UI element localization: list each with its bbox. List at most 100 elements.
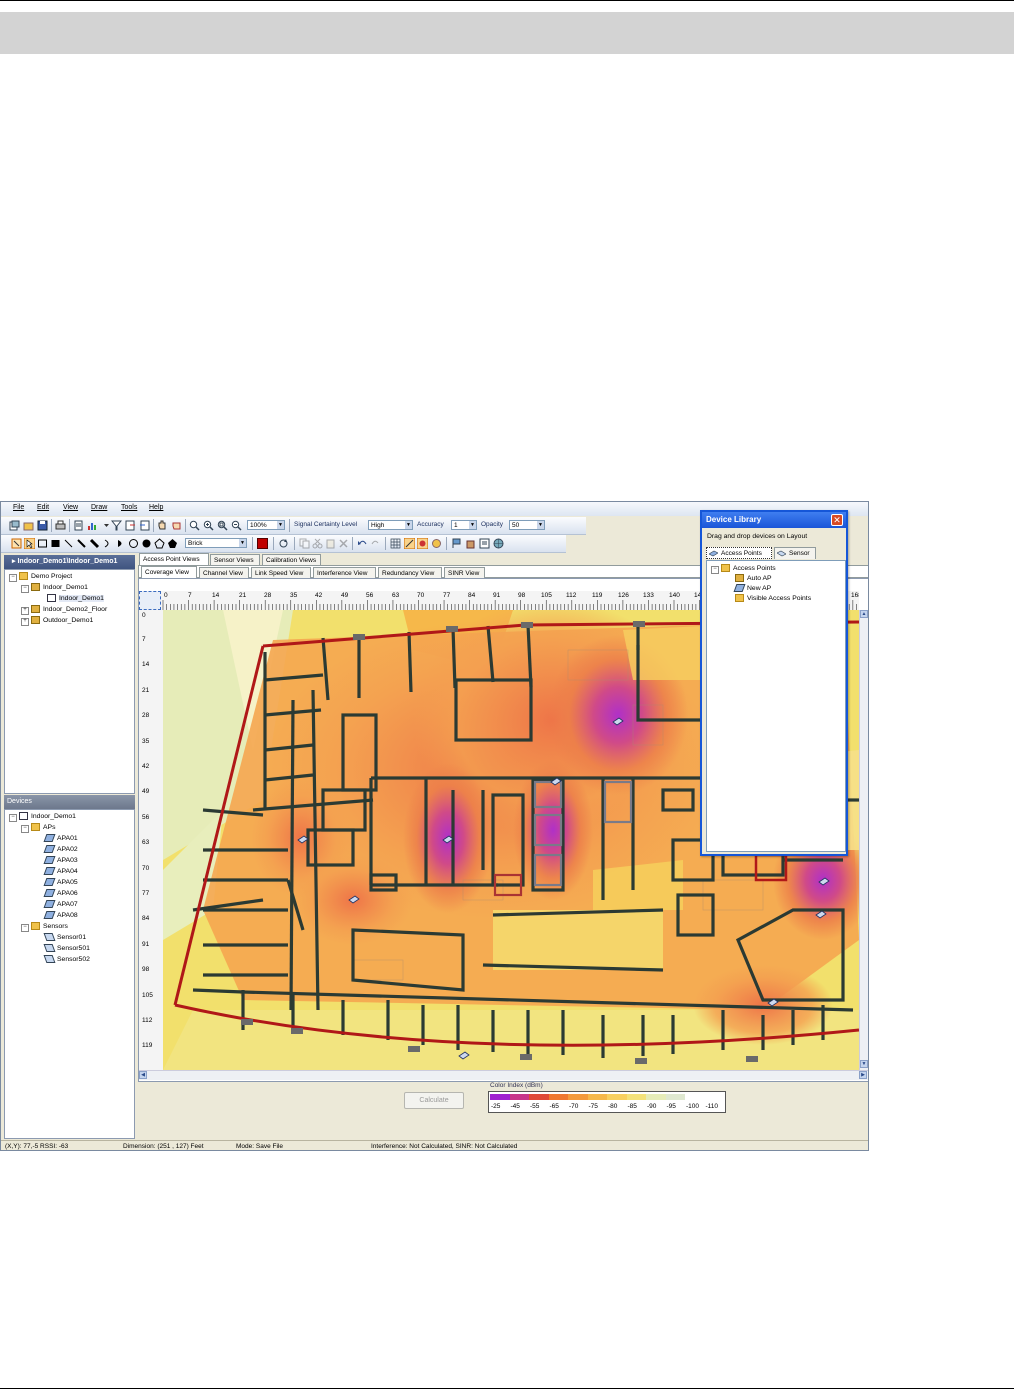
expand-icon[interactable]: +: [21, 618, 29, 626]
tab-link-speed-view[interactable]: Link Speed View: [251, 567, 311, 578]
new-project-icon[interactable]: [9, 520, 20, 531]
scroll-left-icon[interactable]: ◀: [139, 1071, 147, 1079]
scroll-down-icon[interactable]: ▼: [860, 1060, 868, 1068]
chart-icon[interactable]: [87, 520, 98, 531]
tree-item-indoor-demo2-floor[interactable]: Indoor_Demo2_Floor: [31, 605, 107, 615]
devices-tree[interactable]: − Indoor_Demo1 − APs APA01 APA02 APA03 A…: [4, 809, 135, 1139]
tree-item-ap[interactable]: APA02: [43, 845, 78, 855]
open-icon[interactable]: [23, 520, 34, 531]
building-icon[interactable]: [465, 538, 476, 549]
import-icon[interactable]: [139, 520, 150, 531]
library-item-new-ap[interactable]: New AP: [733, 584, 771, 594]
tree-item-indoor-demo1[interactable]: Indoor_Demo1: [31, 583, 88, 593]
signal-certainty-select[interactable]: High ▼: [368, 520, 413, 530]
vertical-scrollbar[interactable]: ▲ ▼: [859, 610, 868, 1070]
menu-file[interactable]: File: [13, 504, 24, 511]
scroll-up-icon[interactable]: ▲: [860, 610, 868, 618]
device-library-window[interactable]: Device Library ✕ Drag and drop devices o…: [700, 510, 848, 856]
tree-item-indoor-demo1[interactable]: Indoor_Demo1: [19, 812, 76, 822]
project-tree[interactable]: − Demo Project − Indoor_Demo1 Indoor_Dem…: [4, 569, 135, 794]
tree-item-ap[interactable]: APA08: [43, 911, 78, 921]
tree-item-sensor[interactable]: Sensor501: [43, 944, 90, 954]
tree-item-sensors[interactable]: Sensors: [31, 922, 68, 932]
filter-icon[interactable]: [111, 520, 122, 531]
draw-color-swatch[interactable]: [257, 538, 268, 549]
calculate-button[interactable]: Calculate: [404, 1092, 464, 1109]
save-icon[interactable]: [37, 520, 48, 531]
tab-access-points[interactable]: Access Points: [706, 547, 772, 559]
polygon-outline-icon[interactable]: [154, 538, 165, 549]
wall-icon[interactable]: [89, 538, 100, 549]
expand-icon[interactable]: +: [21, 607, 29, 615]
circle-filled-icon[interactable]: [141, 538, 152, 549]
print-icon[interactable]: [55, 520, 66, 531]
tab-interference-view[interactable]: Interference View: [313, 567, 376, 578]
menu-tools[interactable]: Tools: [121, 504, 137, 511]
tree-item-demo-project[interactable]: Demo Project: [19, 572, 72, 582]
tab-coverage-view[interactable]: Coverage View: [141, 566, 197, 578]
menu-edit[interactable]: Edit: [37, 504, 49, 511]
measure-icon[interactable]: [404, 538, 415, 549]
close-icon[interactable]: ✕: [831, 514, 843, 526]
line-icon[interactable]: [63, 538, 74, 549]
tab-sensor[interactable]: Sensor: [774, 547, 816, 559]
tree-item-sensor[interactable]: Sensor01: [43, 933, 86, 943]
tab-sinr-view[interactable]: SINR View: [444, 567, 485, 578]
library-item-access-points[interactable]: Access Points: [721, 564, 776, 574]
tree-item-outdoor-demo1[interactable]: Outdoor_Demo1: [31, 616, 93, 626]
menu-view[interactable]: View: [63, 504, 78, 511]
tab-calibration-views[interactable]: Calibration Views: [262, 554, 321, 565]
accuracy-select[interactable]: 1 ▼: [451, 520, 477, 530]
tree-item-ap[interactable]: APA03: [43, 856, 78, 866]
device-library-tree[interactable]: − Access Points Auto AP New AP Visible A…: [706, 560, 846, 852]
material-select[interactable]: Brick ▼: [185, 538, 247, 548]
zoom-select[interactable]: 100% ▼: [247, 520, 285, 530]
zoom-in-icon[interactable]: [203, 520, 214, 531]
report-icon[interactable]: [73, 520, 84, 531]
scroll-right-icon[interactable]: ▶: [859, 1071, 867, 1079]
tab-redundancy-view[interactable]: Redundancy View: [378, 567, 442, 578]
thick-line-icon[interactable]: [76, 538, 87, 549]
zoom-fit-icon[interactable]: [217, 520, 228, 531]
tree-item-ap[interactable]: APA07: [43, 900, 78, 910]
pointer-icon[interactable]: [24, 538, 35, 549]
tree-item-sensor[interactable]: Sensor502: [43, 955, 90, 965]
half-circle-icon[interactable]: [115, 538, 126, 549]
collapse-icon[interactable]: −: [21, 585, 29, 593]
collapse-icon[interactable]: −: [21, 924, 29, 932]
select-area-icon[interactable]: [11, 538, 22, 549]
zoom-out-icon[interactable]: [231, 520, 242, 531]
collapse-icon[interactable]: −: [21, 825, 29, 833]
heatmap-toggle-icon[interactable]: [417, 538, 428, 549]
opacity-select[interactable]: 50 ▼: [509, 520, 545, 530]
ruler-corner[interactable]: [139, 591, 161, 610]
grab-hand-icon[interactable]: [171, 520, 182, 531]
collapse-icon[interactable]: −: [9, 574, 17, 582]
collapse-icon[interactable]: −: [711, 566, 719, 574]
properties-icon[interactable]: [479, 538, 490, 549]
grid-icon[interactable]: [390, 538, 401, 549]
tree-item-aps[interactable]: APs: [31, 823, 55, 833]
zoom-icon[interactable]: [189, 520, 200, 531]
circle-outline-icon[interactable]: [128, 538, 139, 549]
tree-item-ap[interactable]: APA05: [43, 878, 78, 888]
export-icon[interactable]: [125, 520, 136, 531]
menu-draw[interactable]: Draw: [91, 504, 107, 511]
globe-icon[interactable]: [493, 538, 504, 549]
device-library-title[interactable]: Device Library: [702, 512, 846, 528]
tab-access-point-views[interactable]: Access Point Views: [139, 553, 209, 565]
undo-icon[interactable]: [357, 538, 368, 549]
tab-channel-view[interactable]: Channel View: [199, 567, 249, 578]
tree-item-ap[interactable]: APA01: [43, 834, 78, 844]
arc-icon[interactable]: [102, 538, 113, 549]
flag-icon[interactable]: [451, 538, 462, 549]
collapse-icon[interactable]: −: [9, 814, 17, 822]
refresh-icon[interactable]: [278, 538, 289, 549]
tree-item-indoor-demo1-plan[interactable]: Indoor_Demo1: [47, 594, 104, 604]
tree-item-ap[interactable]: APA04: [43, 867, 78, 877]
library-item-visible-access-points[interactable]: Visible Access Points: [735, 594, 811, 604]
tab-sensor-views[interactable]: Sensor Views: [210, 554, 260, 565]
menu-help[interactable]: Help: [149, 504, 163, 511]
rectangle-outline-icon[interactable]: [37, 538, 48, 549]
rectangle-filled-icon[interactable]: [50, 538, 61, 549]
